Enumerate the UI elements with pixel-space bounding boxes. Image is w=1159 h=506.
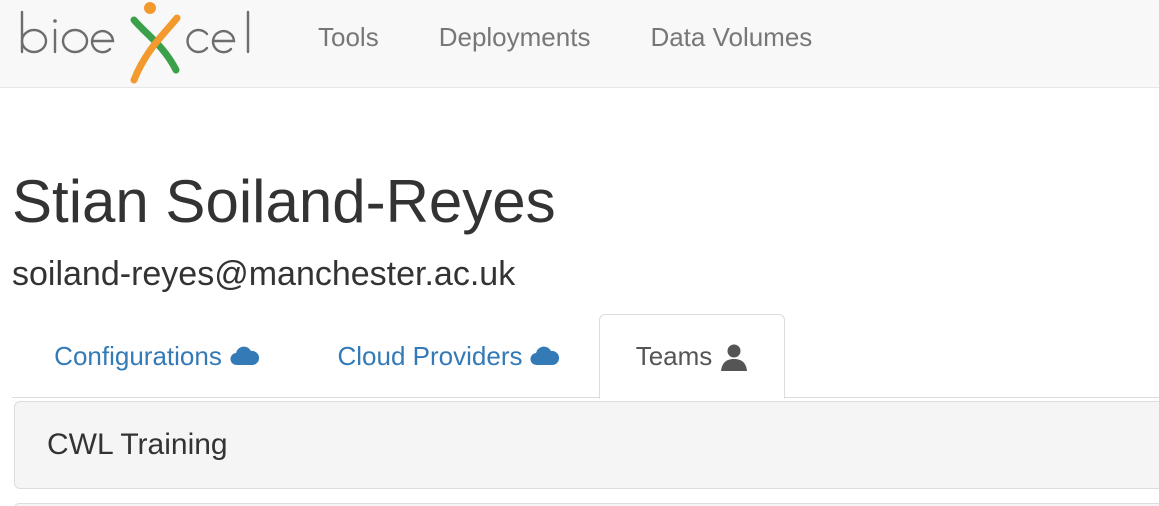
user-email: soiland-reyes@manchester.ac.uk	[12, 255, 516, 293]
tab-cloud-providers-label: Cloud Providers	[337, 340, 523, 371]
cloud-icon	[230, 346, 260, 366]
page-title: Stian Soiland-Reyes	[12, 168, 556, 235]
profile-tabs: Configurations Cloud Providers Teams	[12, 314, 1159, 399]
tab-cloud-providers[interactable]: Cloud Providers	[308, 316, 590, 396]
tab-teams-label: Teams	[635, 341, 713, 371]
top-navbar: Tools Deployments Data Volumes	[0, 0, 1159, 88]
cloud-icon	[530, 346, 560, 366]
nav-data-volumes[interactable]: Data Volumes	[620, 0, 842, 74]
team-name: CWL Training	[47, 428, 228, 461]
tab-configurations-label: Configurations	[54, 340, 222, 371]
bioexcel-logo[interactable]	[14, 0, 264, 86]
tab-configurations[interactable]: Configurations	[26, 316, 288, 396]
nav-deployments[interactable]: Deployments	[409, 0, 621, 74]
nav-tools[interactable]: Tools	[288, 0, 409, 74]
user-icon	[720, 343, 748, 371]
team-panel[interactable]: CWL Training	[14, 401, 1159, 489]
tab-teams[interactable]: Teams	[599, 314, 785, 399]
